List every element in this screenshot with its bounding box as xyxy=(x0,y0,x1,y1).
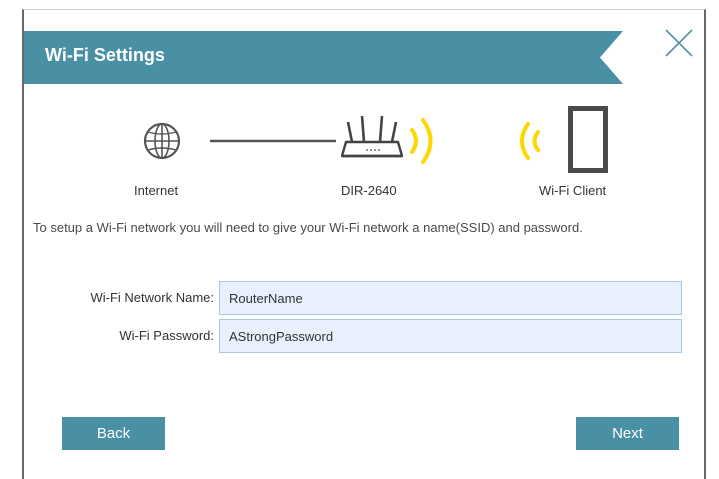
page: Wi-Fi Settings Internet DIR-2640 Wi-Fi C… xyxy=(0,0,719,479)
network-name-input[interactable] xyxy=(219,281,682,315)
wifi-signal-icon xyxy=(410,118,433,164)
client-wifi-signal-icon xyxy=(520,122,540,160)
password-input[interactable] xyxy=(219,319,682,353)
router-label: DIR-2640 xyxy=(341,183,397,198)
intro-text: To setup a Wi-Fi network you will need t… xyxy=(33,220,583,235)
router-icon xyxy=(340,115,404,158)
network-name-label: Wi-Fi Network Name: xyxy=(90,290,214,305)
connection-diagram: Internet DIR-2640 Wi-Fi Client xyxy=(24,10,704,210)
back-button[interactable]: Back xyxy=(62,417,165,450)
network-name-row: Wi-Fi Network Name: xyxy=(24,281,704,315)
internet-label: Internet xyxy=(134,183,179,198)
globe-icon xyxy=(143,122,181,160)
wifi-settings-dialog: Wi-Fi Settings Internet DIR-2640 Wi-Fi C… xyxy=(22,9,706,479)
next-button[interactable]: Next xyxy=(576,417,679,450)
password-label: Wi-Fi Password: xyxy=(119,328,214,343)
password-row: Wi-Fi Password: xyxy=(24,319,704,353)
tablet-icon xyxy=(568,106,608,173)
client-label: Wi-Fi Client xyxy=(539,183,607,198)
